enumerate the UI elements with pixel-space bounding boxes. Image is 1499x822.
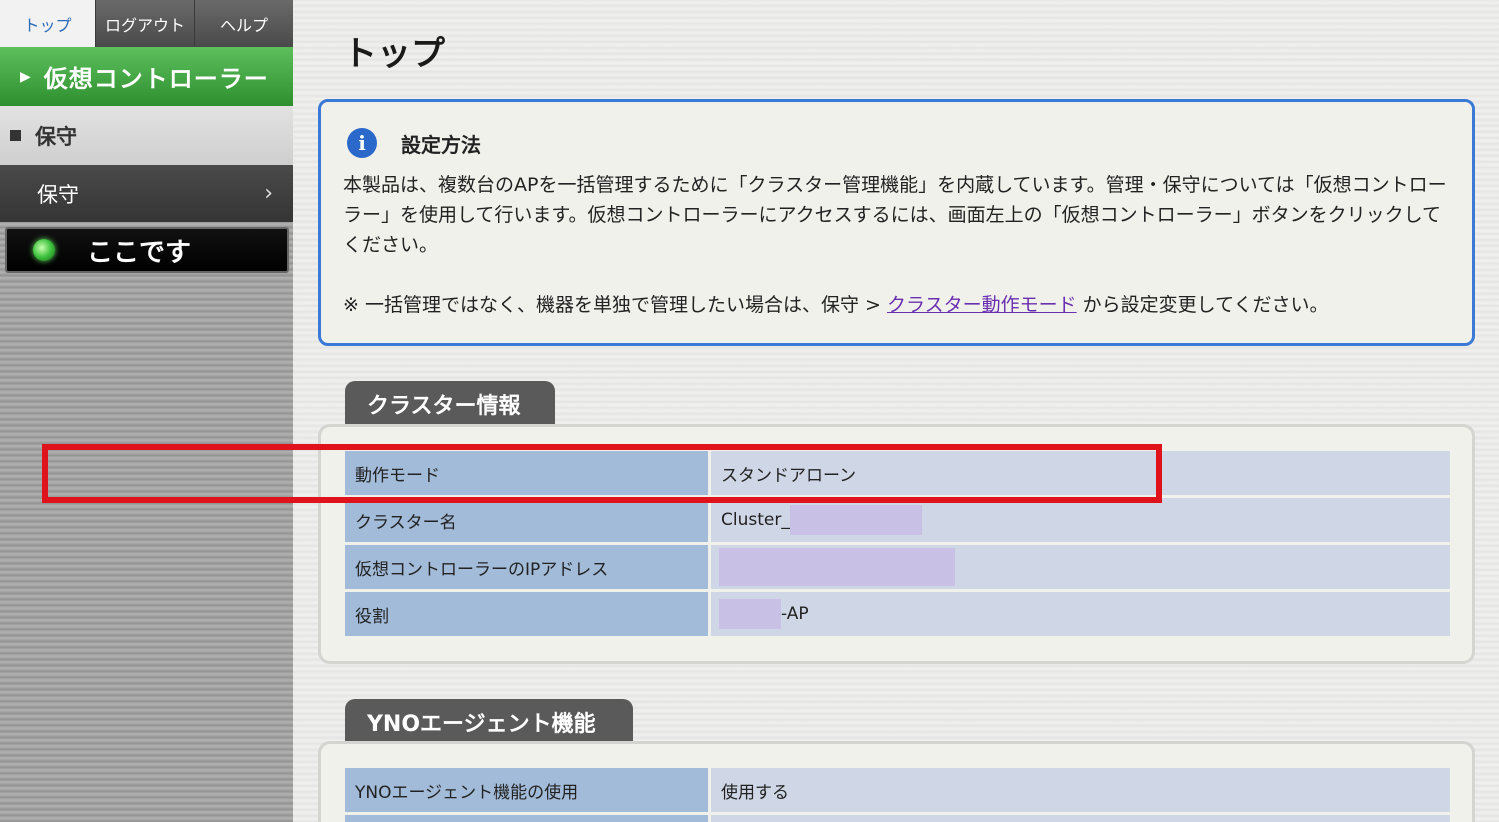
virtual-controller-label: 仮想コントローラー xyxy=(43,65,269,93)
yno-agent-panel: YNOエージェント機能の使用 使用する xyxy=(318,741,1475,822)
info-icon: i xyxy=(347,128,377,158)
row-label: YNOエージェント機能の使用 xyxy=(345,768,708,812)
redacted-block xyxy=(789,505,922,535)
row-value xyxy=(711,545,1450,589)
row-label xyxy=(345,815,708,822)
chevron-right-icon: › xyxy=(264,181,273,206)
table-row xyxy=(345,815,1450,822)
cluster-info-panel: 動作モード スタンドアローン クラスター名 Cluster_ 仮想コントローラー… xyxy=(318,424,1475,664)
sidebar: トップ ログアウト ヘルプ ▶ 仮想コントローラー 保守 保守 › ここです xyxy=(0,0,293,822)
main-content: トップ i 設定方法 本製品は、複数台のAPを一括管理するために「クラスター管理… xyxy=(293,0,1499,822)
row-value: スタンドアローン xyxy=(711,451,1450,495)
row-label: 仮想コントローラーのIPアドレス xyxy=(345,545,708,589)
tab-logout[interactable]: ログアウト xyxy=(96,0,195,47)
cluster-info-heading: クラスター情報 xyxy=(345,381,555,427)
info-note-prefix: ※ 一括管理ではなく、機器を単独で管理したい場合は、保守 > xyxy=(343,294,887,316)
virtual-controller-button[interactable]: ▶ 仮想コントローラー xyxy=(0,47,293,106)
tab-top[interactable]: トップ xyxy=(0,0,96,47)
here-indicator: ここです xyxy=(5,227,289,273)
info-note: ※ 一括管理ではなく、機器を単独で管理したい場合は、保守 > クラスター動作モー… xyxy=(343,290,1450,320)
section-maintenance: 保守 xyxy=(0,106,293,165)
row-value: Cluster_ xyxy=(711,498,1450,542)
table-row: クラスター名 Cluster_ xyxy=(345,498,1450,542)
row-value xyxy=(711,815,1450,822)
sidebar-item-label: 保守 xyxy=(37,182,79,207)
green-led-icon xyxy=(33,239,55,261)
sidebar-item-maintenance[interactable]: 保守 › xyxy=(0,165,293,222)
cluster-info-table: 動作モード スタンドアローン クラスター名 Cluster_ 仮想コントローラー… xyxy=(345,451,1450,639)
table-row: YNOエージェント機能の使用 使用する xyxy=(345,768,1450,812)
square-bullet-icon xyxy=(10,130,21,141)
table-row: 役割 -AP xyxy=(345,592,1450,636)
top-tabs: トップ ログアウト ヘルプ xyxy=(0,0,293,47)
info-note-suffix: から設定変更してください。 xyxy=(1076,294,1329,316)
play-icon: ▶ xyxy=(20,68,32,85)
row-label: 動作モード xyxy=(345,451,708,495)
row-label: クラスター名 xyxy=(345,498,708,542)
tab-help[interactable]: ヘルプ xyxy=(195,0,293,47)
row-value: 使用する xyxy=(711,768,1450,812)
role-value: -AP xyxy=(781,604,809,624)
info-body: 本製品は、複数台のAPを一括管理するために「クラスター管理機能」を内蔵しています… xyxy=(343,174,1447,256)
section-maintenance-label: 保守 xyxy=(35,124,77,149)
yno-agent-heading: YNOエージェント機能 xyxy=(345,699,633,745)
yno-agent-table: YNOエージェント機能の使用 使用する xyxy=(345,768,1450,822)
page-title: トップ xyxy=(343,34,445,74)
cluster-name-value: Cluster_ xyxy=(721,510,790,530)
info-box: i 設定方法 本製品は、複数台のAPを一括管理するために「クラスター管理機能」を… xyxy=(318,99,1475,346)
redacted-block xyxy=(719,548,955,586)
info-header: i 設定方法 xyxy=(347,128,1450,158)
row-label: 役割 xyxy=(345,592,708,636)
row-value: -AP xyxy=(711,592,1450,636)
redacted-block xyxy=(719,599,781,629)
table-row: 動作モード スタンドアローン xyxy=(345,451,1450,495)
here-label: ここです xyxy=(87,237,192,268)
table-row: 仮想コントローラーのIPアドレス xyxy=(345,545,1450,589)
cluster-mode-link[interactable]: クラスター動作モード xyxy=(887,294,1077,316)
info-title: 設定方法 xyxy=(401,132,481,157)
